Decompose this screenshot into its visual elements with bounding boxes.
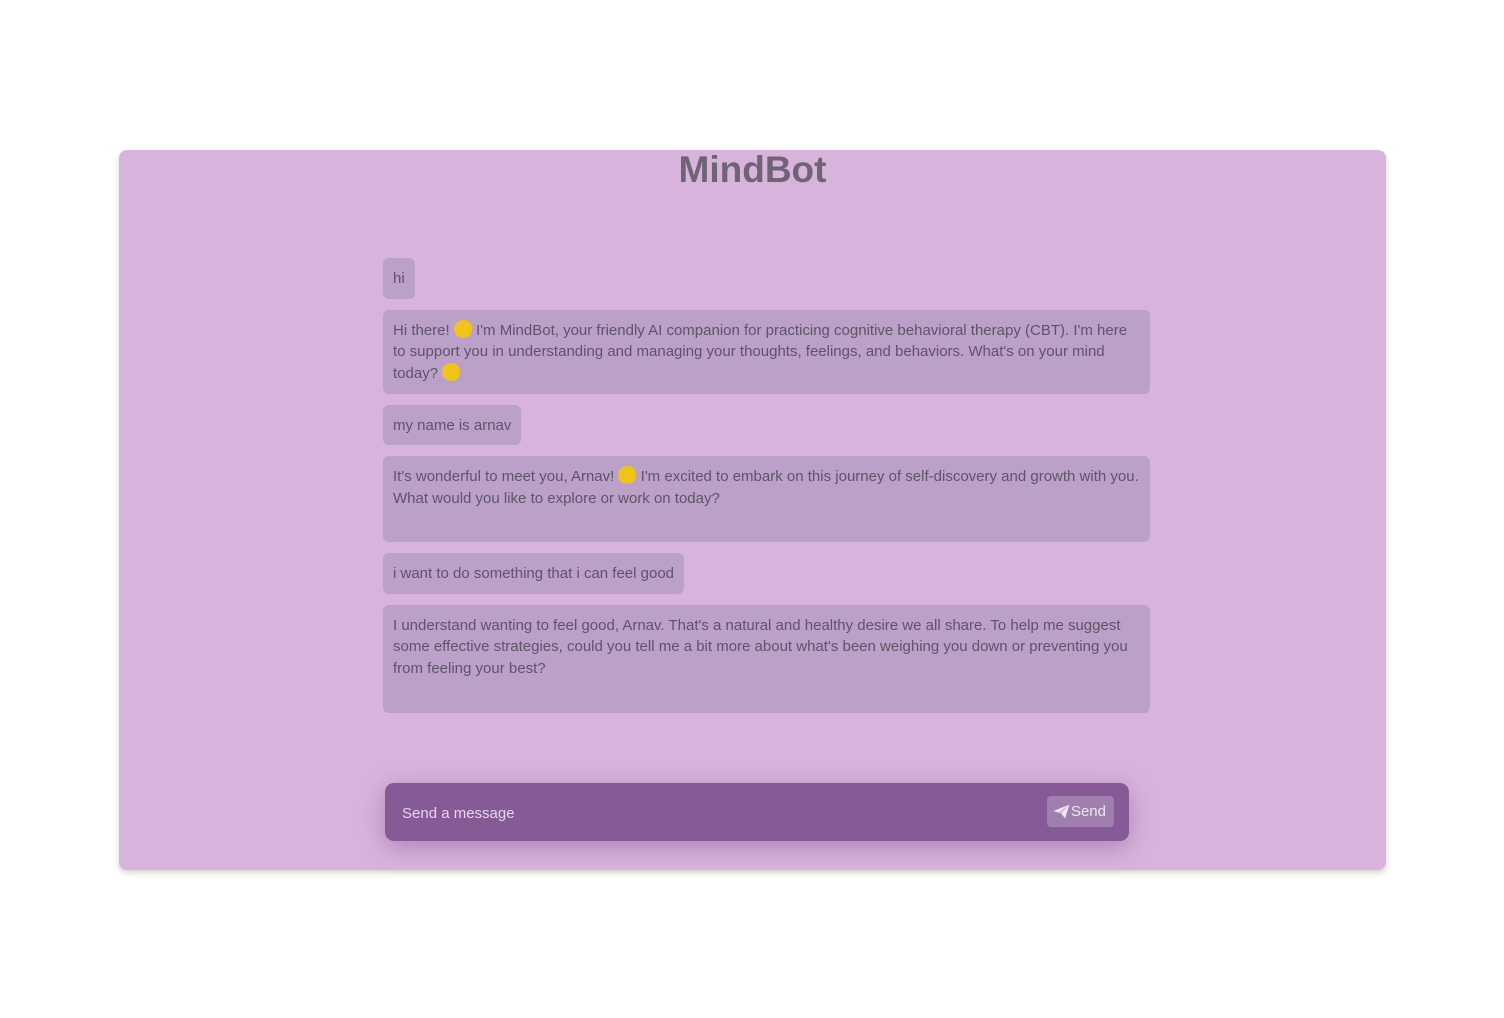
bot-message: I understand wanting to feel good, Arnav… xyxy=(383,604,1150,713)
app-title: MindBot xyxy=(678,149,827,190)
user-message: my name is arnav xyxy=(383,404,522,445)
chat-window: MindBot hi Hi there! I'm MindBot, your f… xyxy=(119,150,1386,870)
message-text: my name is arnav xyxy=(393,416,512,434)
paper-plane-icon xyxy=(1053,804,1070,819)
message-composer: Send xyxy=(385,783,1129,841)
user-message: hi xyxy=(383,258,415,299)
send-button[interactable]: Send xyxy=(1046,796,1114,827)
message-list: hi Hi there! I'm MindBot, your friendly … xyxy=(383,258,1150,724)
send-button-label: Send xyxy=(1070,803,1106,820)
message-text: hi xyxy=(393,270,405,287)
bot-message: It's wonderful to meet you, Arnav! I'm e… xyxy=(383,456,1150,542)
message-text: i want to do something that i can feel g… xyxy=(393,565,675,582)
bot-message: Hi there! I'm MindBot, your friendly AI … xyxy=(383,309,1150,394)
message-text: It's wonderful to meet you, Arnav! xyxy=(393,468,619,485)
message-text: I understand wanting to feel good, Arnav… xyxy=(393,616,1128,677)
message-text: Hi there! xyxy=(393,321,454,339)
user-message: i want to do something that i can feel g… xyxy=(383,553,685,594)
message-text: I'm MindBot, your friendly AI companion … xyxy=(393,321,1128,382)
smiling-face-emoji-icon xyxy=(618,466,637,484)
thinking-face-emoji-icon xyxy=(442,362,461,381)
message-input[interactable] xyxy=(400,797,1034,829)
waving-hand-emoji-icon xyxy=(453,319,472,338)
